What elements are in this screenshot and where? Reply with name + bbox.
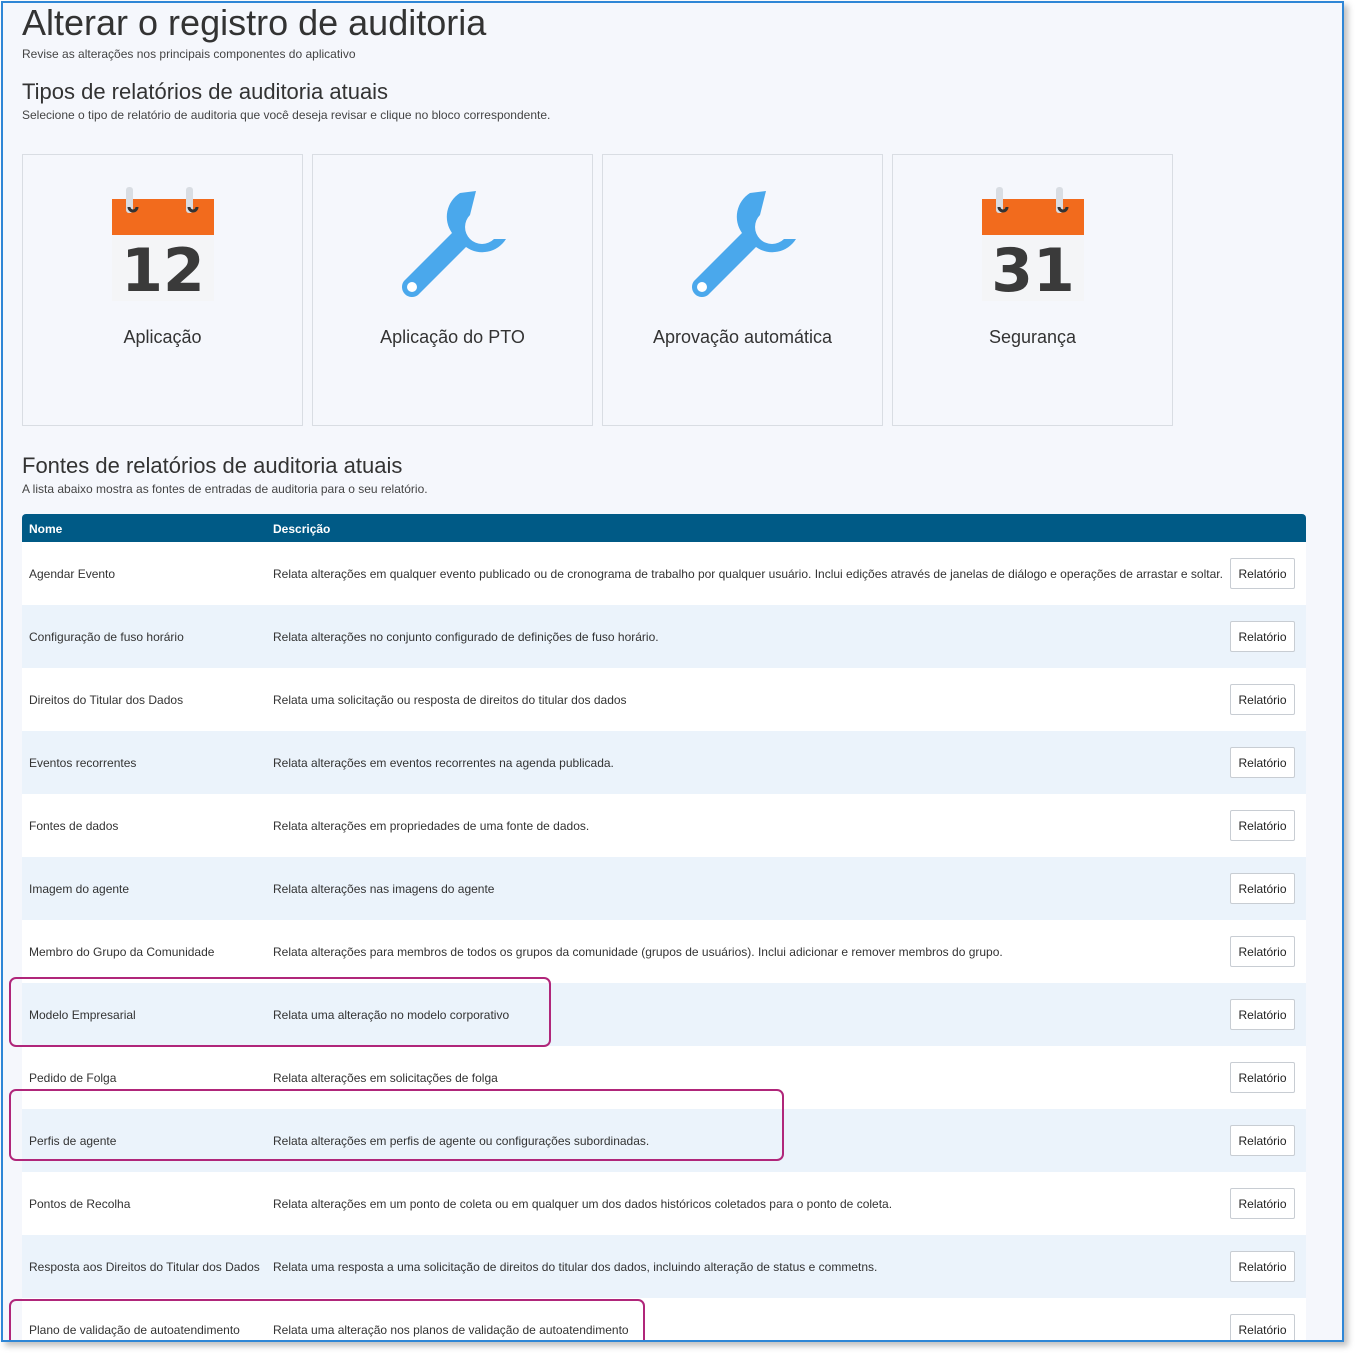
- column-header-name: Nome: [29, 522, 63, 536]
- table-row: Direitos do Titular dos Dados Relata uma…: [22, 668, 1306, 731]
- sources-section-title: Fontes de relatórios de auditoria atuais: [22, 453, 403, 478]
- page-title: Alterar o registro de auditoria: [22, 2, 487, 43]
- row-description: Relata alterações para membros de todos …: [273, 945, 1003, 959]
- row-description: Relata alterações em perfis de agente ou…: [273, 1134, 650, 1148]
- wrench-icon: [692, 191, 796, 297]
- sources-section-subtitle: A lista abaixo mostra as fontes de entra…: [22, 482, 428, 496]
- report-button[interactable]: Relatório: [1230, 1188, 1295, 1219]
- table-row: Imagem do agente Relata alterações nas i…: [22, 857, 1306, 920]
- row-description: Relata uma alteração nos planos de valid…: [273, 1323, 629, 1337]
- svg-text:12: 12: [121, 236, 205, 306]
- tile-label: Segurança: [988, 327, 1077, 347]
- calendar-icon: 12: [112, 187, 214, 306]
- row-description: Relata alterações em solicitações de fol…: [273, 1071, 498, 1085]
- table-row: Plano de validação de autoatendimento Re…: [22, 1298, 1306, 1340]
- types-section-subtitle: Selecione o tipo de relatório de auditor…: [22, 108, 551, 122]
- row-name: Modelo Empresarial: [29, 1008, 136, 1022]
- report-button[interactable]: Relatório: [1230, 684, 1295, 715]
- row-description: Relata alterações em propriedades de uma…: [273, 819, 590, 833]
- report-button[interactable]: Relatório: [1230, 1062, 1295, 1093]
- table-row: Resposta aos Direitos do Titular dos Dad…: [22, 1235, 1306, 1298]
- page-subtitle: Revise as alterações nos principais comp…: [22, 47, 356, 61]
- tile-seguranca[interactable]: 31 Segurança: [892, 154, 1173, 426]
- row-description: Relata uma alteração no modelo corporati…: [273, 1008, 510, 1022]
- calendar-icon: 31: [982, 187, 1084, 306]
- report-button[interactable]: Relatório: [1230, 747, 1295, 778]
- row-description: Relata alterações nas imagens do agente: [273, 882, 495, 896]
- report-button[interactable]: Relatório: [1230, 1251, 1295, 1282]
- table-row: Pedido de Folga Relata alterações em sol…: [22, 1046, 1306, 1109]
- row-description: Relata alterações em um ponto de coleta …: [273, 1197, 893, 1211]
- audit-sources-table: Nome Descrição Agendar Evento Relata alt…: [22, 514, 1306, 1340]
- report-button[interactable]: Relatório: [1230, 873, 1295, 904]
- report-button[interactable]: Relatório: [1230, 1125, 1295, 1156]
- tile-label: Aplicação: [123, 327, 202, 347]
- report-button[interactable]: Relatório: [1230, 1314, 1295, 1340]
- table-row: Perfis de agente Relata alterações em pe…: [22, 1109, 1306, 1172]
- table-row: Pontos de Recolha Relata alterações em u…: [22, 1172, 1306, 1235]
- types-section-title: Tipos de relatórios de auditoria atuais: [22, 79, 389, 104]
- table-header: Nome Descrição: [22, 514, 1306, 542]
- row-name: Fontes de dados: [29, 819, 119, 833]
- svg-text:31: 31: [991, 236, 1075, 306]
- row-name: Membro do Grupo da Comunidade: [29, 945, 215, 959]
- table-row: Configuração de fuso horário Relata alte…: [22, 605, 1306, 668]
- report-button[interactable]: Relatório: [1230, 936, 1295, 967]
- row-name: Configuração de fuso horário: [29, 630, 184, 644]
- table-row: Membro do Grupo da Comunidade Relata alt…: [22, 920, 1306, 983]
- report-button[interactable]: Relatório: [1230, 558, 1295, 589]
- table-row: Agendar Evento Relata alterações em qual…: [22, 542, 1306, 605]
- row-name: Pontos de Recolha: [29, 1197, 131, 1211]
- row-name: Resposta aos Direitos do Titular dos Dad…: [29, 1260, 260, 1274]
- row-name: Pedido de Folga: [29, 1071, 117, 1085]
- row-description: Relata uma resposta a uma solicitação de…: [273, 1260, 878, 1274]
- audit-log-page: Alterar o registro de auditoria Revise a…: [1, 1, 1344, 1342]
- tile-label: Aprovação automática: [652, 327, 833, 347]
- tile-aplicacao[interactable]: 12 Aplicação: [22, 154, 303, 426]
- table-body: Agendar Evento Relata alterações em qual…: [22, 542, 1306, 1340]
- tile-aplicacao-pto[interactable]: Aplicação do PTO: [312, 154, 593, 426]
- row-description: Relata uma solicitação ou resposta de di…: [273, 693, 627, 707]
- table-row: Eventos recorrentes Relata alterações em…: [22, 731, 1306, 794]
- row-name: Plano de validação de autoatendimento: [29, 1323, 240, 1337]
- row-description: Relata alterações no conjunto configurad…: [273, 630, 659, 644]
- table-row: Fontes de dados Relata alterações em pro…: [22, 794, 1306, 857]
- column-header-description: Descrição: [273, 522, 331, 536]
- row-description: Relata alterações em eventos recorrentes…: [273, 756, 614, 770]
- row-name: Agendar Evento: [29, 567, 116, 581]
- row-description: Relata alterações em qualquer evento pub…: [273, 567, 1223, 581]
- tile-label: Aplicação do PTO: [380, 327, 525, 347]
- report-button[interactable]: Relatório: [1230, 621, 1295, 652]
- wrench-icon: [402, 191, 506, 297]
- report-button[interactable]: Relatório: [1230, 999, 1295, 1030]
- row-name: Perfis de agente: [29, 1134, 117, 1148]
- row-name: Eventos recorrentes: [29, 756, 137, 770]
- report-button[interactable]: Relatório: [1230, 810, 1295, 841]
- tile-aprovacao-automatica[interactable]: Aprovação automática: [602, 154, 883, 426]
- row-name: Direitos do Titular dos Dados: [29, 693, 184, 707]
- table-row: Modelo Empresarial Relata uma alteração …: [22, 983, 1306, 1046]
- row-name: Imagem do agente: [29, 882, 130, 896]
